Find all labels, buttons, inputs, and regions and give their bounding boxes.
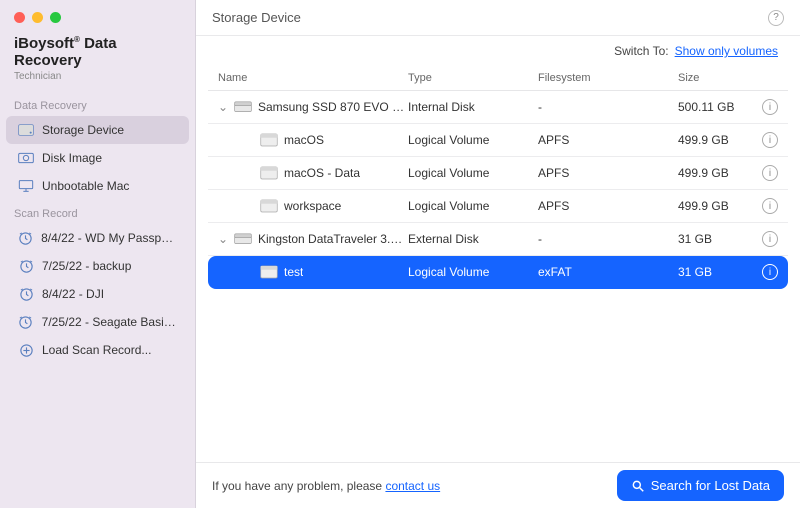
cell-type: Internal Disk [408, 100, 538, 114]
footer-text: If you have any problem, please contact … [212, 479, 440, 493]
header-bar: Storage Device ? [196, 0, 800, 36]
cell-name: macOS - Data [284, 166, 360, 180]
main-pane: Storage Device ? Switch To: Show only vo… [196, 0, 800, 508]
cell-filesystem: APFS [538, 199, 678, 213]
clock-icon [18, 286, 34, 302]
sidebar-item-scan-record[interactable]: 7/25/22 - Seagate Basic... [6, 308, 189, 336]
drive-icon [234, 232, 252, 246]
info-icon[interactable]: i [762, 132, 778, 148]
view-switch: Switch To: Show only volumes [196, 36, 800, 62]
table-row[interactable]: test Logical VolumeexFAT31 GB i [208, 256, 788, 289]
cell-size: 499.9 GB [678, 166, 748, 180]
cell-type: Logical Volume [408, 265, 538, 279]
help-icon[interactable]: ? [768, 10, 784, 26]
chevron-down-icon[interactable]: ⌄ [218, 100, 228, 114]
info-icon[interactable]: i [762, 165, 778, 181]
hdd-icon [18, 122, 34, 138]
sidebar-item-storage-device[interactable]: Storage Device [6, 116, 189, 144]
cell-type: Logical Volume [408, 166, 538, 180]
cell-size: 500.11 GB [678, 100, 748, 114]
clock-icon [18, 230, 33, 246]
cell-filesystem: exFAT [538, 265, 678, 279]
drive-icon [260, 166, 278, 180]
col-filesystem: Filesystem [538, 72, 678, 84]
sidebar-item-label: 8/4/22 - DJI [42, 287, 104, 301]
table-row[interactable]: ⌄ Samsung SSD 870 EVO 500GB...Internal Di… [208, 91, 788, 124]
clock-icon [18, 314, 34, 330]
minimize-window-icon[interactable] [32, 12, 43, 23]
app-title: iBoysoft® Data Recovery [0, 31, 195, 71]
sidebar-item-label: 8/4/22 - WD My Passport... [41, 231, 177, 245]
cell-filesystem: APFS [538, 133, 678, 147]
cell-type: External Disk [408, 232, 538, 246]
search-button-label: Search for Lost Data [651, 478, 770, 493]
switch-link[interactable]: Show only volumes [675, 44, 778, 58]
search-for-lost-data-button[interactable]: Search for Lost Data [617, 470, 784, 501]
drive-icon [234, 100, 252, 114]
switch-label: Switch To: [614, 44, 668, 58]
sidebar-item-scan-record[interactable]: 8/4/22 - WD My Passport... [6, 224, 189, 252]
cell-name: Kingston DataTraveler 3.0 Media [258, 232, 408, 246]
sidebar-item-label: 7/25/22 - backup [42, 259, 131, 273]
info-icon[interactable]: i [762, 99, 778, 115]
device-table: Name Type Filesystem Size ⌄ Samsung SSD 8… [208, 66, 788, 462]
cell-name: test [284, 265, 303, 279]
plus-icon [18, 342, 34, 358]
drive-icon [260, 199, 278, 213]
table-row[interactable]: macOS - Data Logical VolumeAPFS499.9 GB i [208, 157, 788, 190]
table-header: Name Type Filesystem Size [208, 66, 788, 91]
cell-name: macOS [284, 133, 324, 147]
sidebar-item-label: Unbootable Mac [42, 179, 129, 193]
cell-filesystem: APFS [538, 166, 678, 180]
sidebar-item-label: 7/25/22 - Seagate Basic... [42, 315, 177, 329]
cell-type: Logical Volume [408, 199, 538, 213]
close-window-icon[interactable] [14, 12, 25, 23]
page-title: Storage Device [212, 10, 301, 25]
contact-link[interactable]: contact us [385, 479, 440, 493]
cell-name: workspace [284, 199, 341, 213]
clock-icon [18, 258, 34, 274]
col-size: Size [678, 72, 748, 84]
cell-size: 31 GB [678, 265, 748, 279]
col-type: Type [408, 72, 538, 84]
sidebar-item-scan-record[interactable]: Load Scan Record... [6, 336, 189, 364]
info-icon[interactable]: i [762, 264, 778, 280]
table-row[interactable]: macOS Logical VolumeAPFS499.9 GB i [208, 124, 788, 157]
sidebar-item-label: Disk Image [42, 151, 102, 165]
sidebar-item-label: Load Scan Record... [42, 343, 151, 357]
cell-type: Logical Volume [408, 133, 538, 147]
sidebar-item-unbootable-mac[interactable]: Unbootable Mac [6, 172, 189, 200]
drive-icon [260, 133, 278, 147]
monitor-icon [18, 178, 34, 194]
cell-size: 499.9 GB [678, 133, 748, 147]
info-icon[interactable]: i [762, 198, 778, 214]
window-controls [0, 0, 195, 31]
drive-icon [260, 265, 278, 279]
sidebar-item-disk-image[interactable]: Disk Image [6, 144, 189, 172]
fullscreen-window-icon[interactable] [50, 12, 61, 23]
footer-bar: If you have any problem, please contact … [196, 462, 800, 508]
sidebar: iBoysoft® Data Recovery Technician Data … [0, 0, 196, 508]
sidebar-section-scan-record: Scan Record [0, 200, 195, 224]
table-row[interactable]: ⌄ Kingston DataTraveler 3.0 MediaExternal… [208, 223, 788, 256]
license-role: Technician [0, 71, 195, 92]
sidebar-section-data-recovery: Data Recovery [0, 92, 195, 116]
disk-image-icon [18, 150, 34, 166]
cell-size: 31 GB [678, 232, 748, 246]
sidebar-item-scan-record[interactable]: 7/25/22 - backup [6, 252, 189, 280]
col-name: Name [218, 72, 408, 84]
cell-name: Samsung SSD 870 EVO 500GB... [258, 100, 408, 114]
cell-filesystem: - [538, 232, 678, 246]
table-row[interactable]: workspace Logical VolumeAPFS499.9 GB i [208, 190, 788, 223]
search-icon [631, 479, 645, 493]
cell-size: 499.9 GB [678, 199, 748, 213]
app-window: iBoysoft® Data Recovery Technician Data … [0, 0, 800, 508]
sidebar-item-label: Storage Device [42, 123, 124, 137]
info-icon[interactable]: i [762, 231, 778, 247]
chevron-down-icon[interactable]: ⌄ [218, 232, 228, 246]
sidebar-item-scan-record[interactable]: 8/4/22 - DJI [6, 280, 189, 308]
cell-filesystem: - [538, 100, 678, 114]
